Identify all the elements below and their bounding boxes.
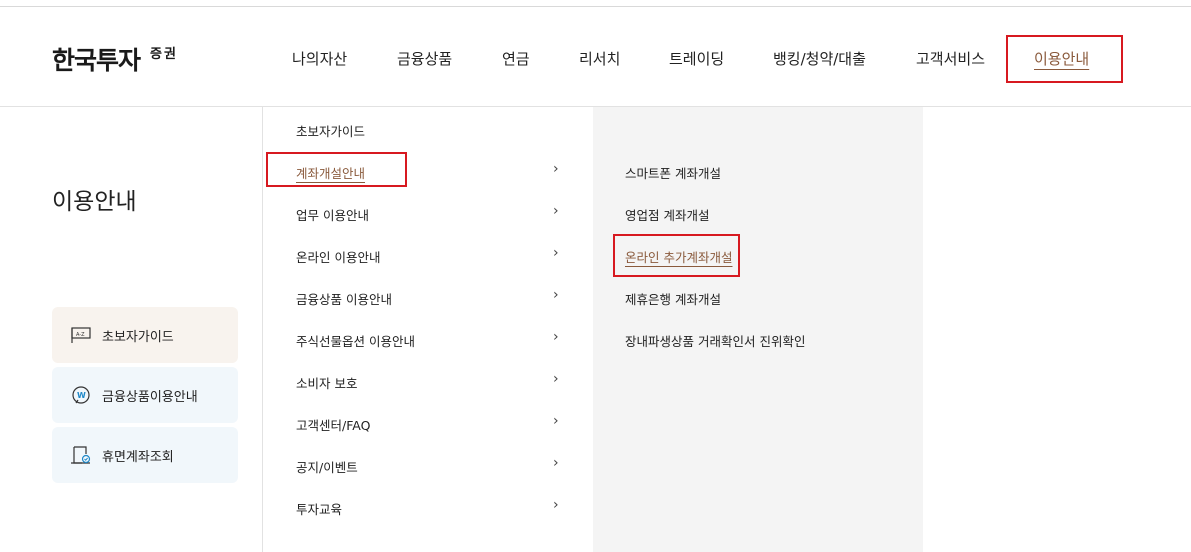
submenu-item-smartphone-account[interactable]: 스마트폰 계좌개설 <box>625 163 721 182</box>
menu-item-product-guide[interactable]: 금융상품 이용안내 <box>296 289 392 308</box>
menu-item-business-guide[interactable]: 업무 이용안내 <box>296 205 369 224</box>
svg-text:W: W <box>77 391 86 400</box>
page-title: 이용안내 <box>52 189 137 215</box>
quick-link-label: 초보자가이드 <box>102 329 174 345</box>
quick-link-label: 휴면계좌조회 <box>102 449 174 465</box>
gnb-item-banking[interactable]: 뱅킹/청약/대출 <box>773 48 866 69</box>
gnb-item-research[interactable]: 리서치 <box>579 48 620 69</box>
menu-item-investment-education[interactable]: 투자교육 <box>296 499 342 518</box>
chevron-right-icon[interactable]: › <box>553 203 559 219</box>
chevron-right-icon[interactable]: › <box>553 161 559 177</box>
gnb-item-financial-products[interactable]: 금융상품 <box>397 48 452 69</box>
menu-item-online-guide[interactable]: 온라인 이용안내 <box>296 247 380 266</box>
header: 한국투자 증권 나의자산 금융상품 연금 리서치 트레이딩 뱅킹/청약/대출 고… <box>0 7 1191 107</box>
chevron-right-icon[interactable]: › <box>553 287 559 303</box>
gnb-item-my-assets[interactable]: 나의자산 <box>292 48 347 69</box>
svg-text:A-Z: A-Z <box>76 332 85 338</box>
submenu-item-branch-account[interactable]: 영업점 계좌개설 <box>625 205 709 224</box>
chevron-right-icon[interactable]: › <box>553 371 559 387</box>
quick-link-product-guide[interactable]: W 금융상품이용안내 <box>52 367 238 423</box>
quick-link-dormant-account[interactable]: 휴면계좌조회 <box>52 427 238 483</box>
gnb-item-trading[interactable]: 트레이딩 <box>669 48 724 69</box>
flag-icon: A-Z <box>70 324 92 346</box>
submenu-item-derivatives-verification[interactable]: 장내파생상품 거래확인서 진위확인 <box>625 331 805 350</box>
chevron-right-icon[interactable]: › <box>553 329 559 345</box>
menu-item-notice-event[interactable]: 공지/이벤트 <box>296 457 358 476</box>
account-search-icon <box>70 444 92 466</box>
chevron-right-icon[interactable]: › <box>553 413 559 429</box>
chevron-right-icon[interactable]: › <box>553 455 559 471</box>
menu-item-customer-center[interactable]: 고객센터/FAQ <box>296 415 370 434</box>
menu-item-account-opening[interactable]: 계좌개설안내 <box>296 163 365 182</box>
submenu-level2: 스마트폰 계좌개설 영업점 계좌개설 온라인 추가계좌개설 제휴은행 계좌개설 … <box>593 107 923 552</box>
gnb-item-customer-service[interactable]: 고객서비스 <box>916 48 985 69</box>
gnb-item-pension[interactable]: 연금 <box>502 48 530 69</box>
submenu-level1: 초보자가이드 계좌개설안내 › 업무 이용안내 › 온라인 이용안내 › 금융상… <box>262 107 594 552</box>
quick-link-label: 금융상품이용안내 <box>102 389 198 405</box>
menu-item-consumer-protection[interactable]: 소비자 보호 <box>296 373 357 392</box>
gnb-item-usage-guide[interactable]: 이용안내 <box>1034 48 1089 69</box>
chevron-right-icon[interactable]: › <box>553 245 559 261</box>
menu-item-futures-options-guide[interactable]: 주식선물옵션 이용안내 <box>296 331 415 350</box>
submenu-item-online-additional-account[interactable]: 온라인 추가계좌개설 <box>625 247 732 266</box>
quick-link-beginner-guide[interactable]: A-Z 초보자가이드 <box>52 307 238 363</box>
won-chat-icon: W <box>70 384 92 406</box>
global-nav: 나의자산 금융상품 연금 리서치 트레이딩 뱅킹/청약/대출 고객서비스 이용안… <box>0 7 1191 106</box>
submenu-item-partner-bank-account[interactable]: 제휴은행 계좌개설 <box>625 289 721 308</box>
chevron-right-icon[interactable]: › <box>553 497 559 513</box>
menu-item-beginner-guide[interactable]: 초보자가이드 <box>296 121 365 140</box>
